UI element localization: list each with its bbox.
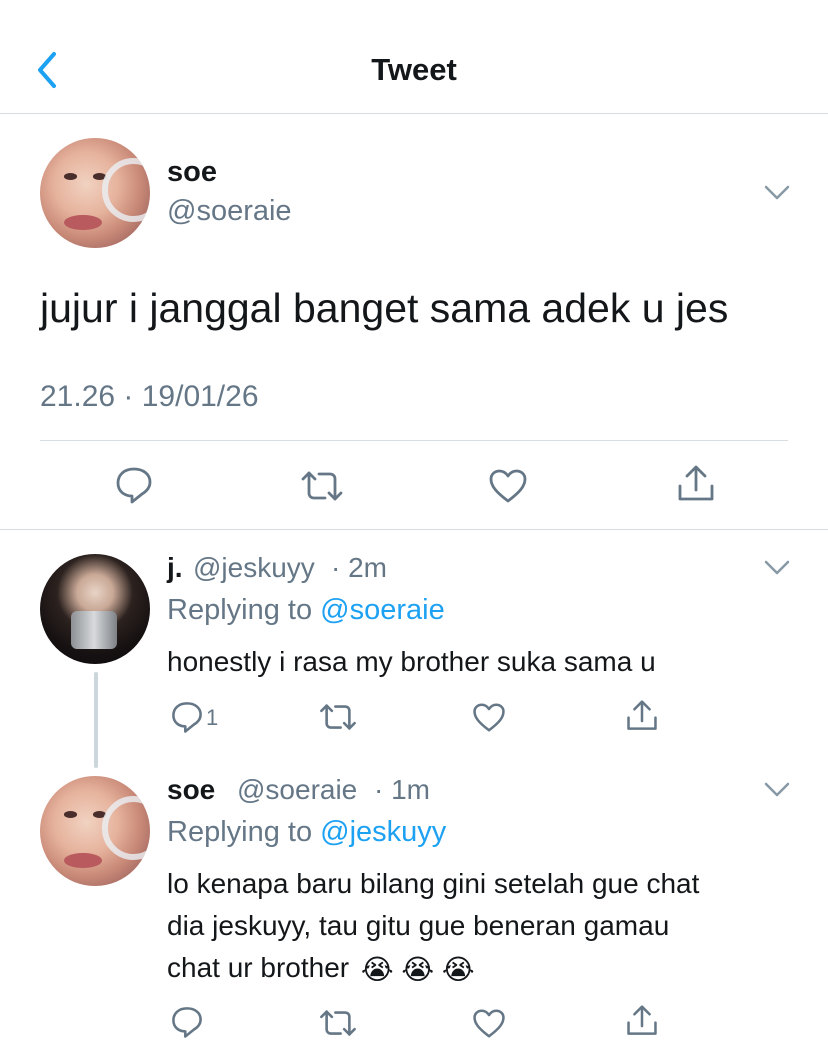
avatar[interactable] [40,554,150,664]
replying-to: Replying to @jeskuyy [167,816,446,849]
share-button[interactable] [626,1004,658,1038]
retweet-icon [301,471,343,501]
author-name[interactable]: soe [167,156,217,189]
comment-icon [172,1007,202,1038]
tweet-timestamp: 21.26 · 19/01/26 [40,380,259,413]
tweet-text: jujur i janggal banget sama adek u jes [40,285,729,331]
heart-icon [473,1009,505,1038]
author-handle[interactable]: @jeskuyy [193,552,315,584]
like-button[interactable] [488,468,528,504]
author-handle[interactable]: @soeraie [167,195,292,228]
replying-to: Replying to @soeraie [167,594,445,627]
reply-count: 1 [206,705,219,730]
heart-icon [473,703,505,732]
retweet-button[interactable] [318,703,358,731]
avatar[interactable] [40,776,150,886]
replying-label: Replying to [167,594,313,626]
divider [0,529,828,530]
share-icon [678,465,714,501]
like-button[interactable] [472,702,506,733]
retweet-icon [320,1010,356,1036]
heart-icon [489,469,527,503]
reply-text-line: dia jeskuyy, tau gitu gue beneran gamau [167,910,670,941]
share-button[interactable] [626,699,658,733]
more-options-button[interactable] [763,558,791,578]
reply-button[interactable] [115,465,153,505]
reply-text-line: lo kenapa baru bilang gini setelah gue c… [167,868,700,899]
mention-link[interactable]: @soeraie [320,594,445,626]
page-title: Tweet [371,52,457,87]
chevron-down-icon [764,782,790,797]
thread-connector [94,672,98,768]
retweet-button[interactable] [318,1009,358,1037]
reply-time: · 1m [374,774,430,805]
chevron-down-icon [764,185,790,200]
replying-label: Replying to [167,816,313,848]
chevron-down-icon [764,560,790,575]
author-name[interactable]: j. [167,552,183,584]
comment-icon [116,467,152,504]
reply-button[interactable] [170,1005,204,1039]
reply-text-line-content: chat ur brother [167,952,350,983]
reply-text-line: chat ur brother 😭 😭 😭 [167,952,475,986]
author-name[interactable]: soe [167,774,215,806]
divider [40,440,788,441]
more-options-button[interactable] [763,183,791,203]
mention-link[interactable]: @jeskuyy [320,816,446,848]
crying-emoji: 😭 😭 😭 [360,954,475,986]
reply-time: · 2m [331,552,387,583]
avatar[interactable] [40,138,150,248]
author-handle[interactable]: @soeraie [237,774,357,806]
reply-button[interactable] [170,700,204,734]
share-icon [627,700,657,730]
share-icon [627,1005,657,1035]
like-button[interactable] [472,1008,506,1039]
more-options-button[interactable] [763,780,791,800]
top-bar: Tweet [0,0,828,114]
reply-text: honestly i rasa my brother suka sama u [167,646,656,677]
share-button[interactable] [677,464,715,504]
comment-icon [172,702,202,733]
retweet-icon [320,704,356,730]
retweet-button[interactable] [300,470,344,502]
